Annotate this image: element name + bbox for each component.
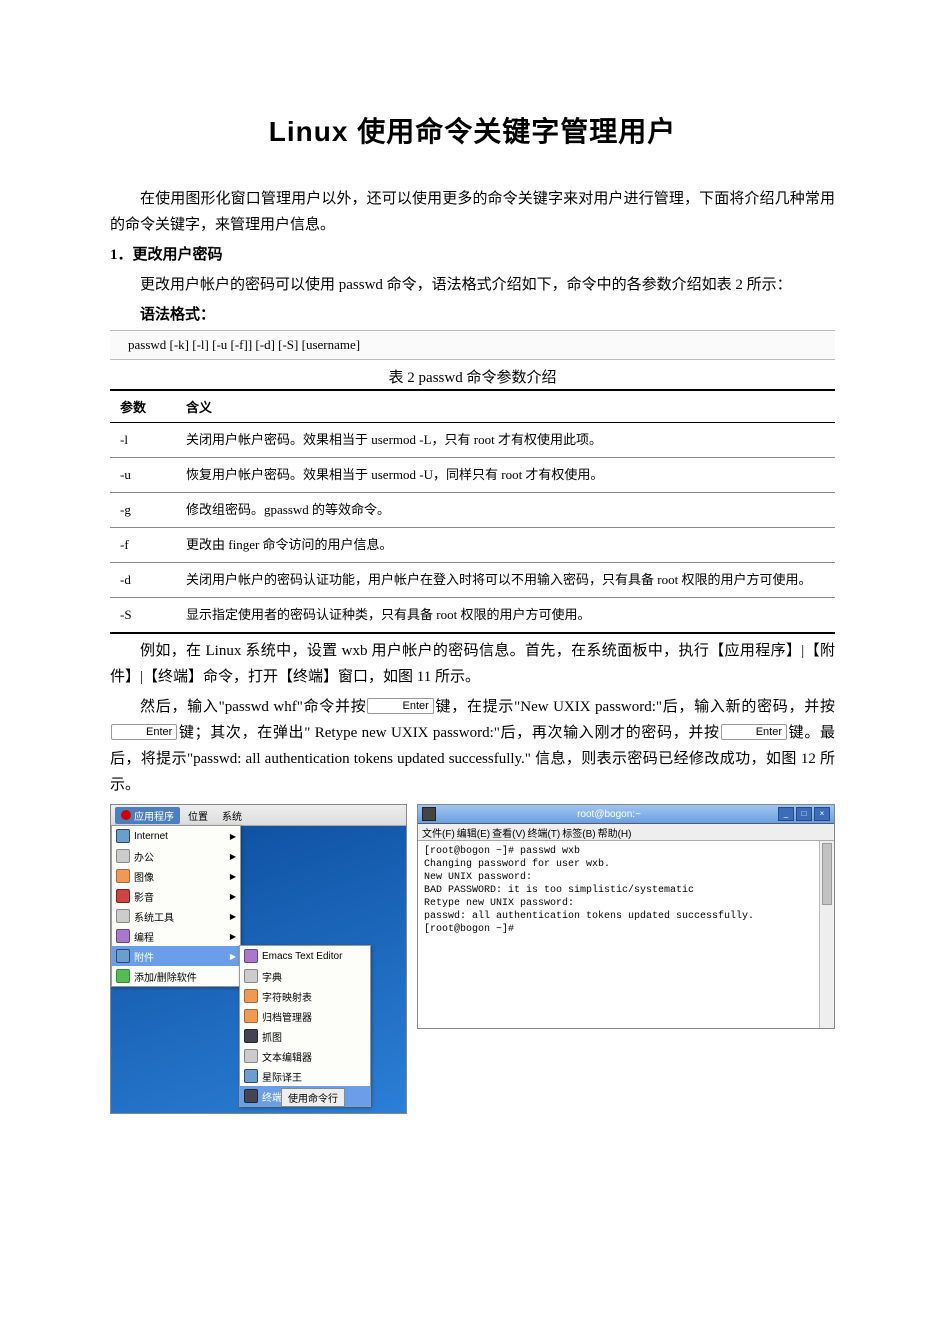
menu-applications[interactable]: 应用程序 (115, 807, 180, 824)
accessories-icon (116, 949, 130, 963)
globe-icon (116, 829, 130, 843)
paragraph-2: 例如，在 Linux 系统中，设置 wxb 用户帐户的密码信息。首先，在系统面板… (110, 638, 835, 690)
section-1-p1: 更改用户帐户的密码可以使用 passwd 命令，语法格式介绍如下，命令中的各参数… (110, 272, 835, 298)
terminal-titlebar: root@bogon:~ _ □ × (418, 805, 834, 824)
section-1-heading: 1．更改用户密码 (110, 242, 835, 268)
submenu-charmap[interactable]: 字符映射表 (240, 986, 370, 1006)
text-editor-icon (244, 1049, 258, 1063)
figure-12-terminal: root@bogon:~ _ □ × 文件(F) 编辑(E) 查看(V) 终端(… (417, 804, 835, 1029)
term-menu-tabs[interactable]: 标签(B) (562, 825, 595, 840)
menu-places[interactable]: 位置 (182, 807, 214, 824)
term-menu-view[interactable]: 查看(V) (492, 825, 525, 840)
terminal-scrollbar[interactable] (819, 841, 834, 1028)
paragraph-3: 然后，输入"passwd whf"命令并按Enter键，在提示"New UXIX… (110, 694, 835, 798)
enter-key-1: Enter (367, 698, 433, 714)
syntax-code: passwd [-k] [-l] [-u [-f]] [-d] [-S] [us… (110, 330, 835, 360)
table-caption: 表 2 passwd 命令参数介绍 (110, 366, 835, 387)
th-meaning: 含义 (176, 390, 835, 423)
menu-item-internet[interactable]: Internet▶ (112, 826, 240, 846)
menu-item-office[interactable]: 办公▶ (112, 846, 240, 866)
figure-11-desktop: 应用程序 位置 系统 Internet▶ 办公▶ 图像▶ 影音▶ 系统工具▶ 编… (110, 804, 407, 1114)
terminal-window-icon (422, 807, 436, 821)
graphics-icon (116, 869, 130, 883)
p3-mid2: 键；其次，在弹出" Retype new UXIX password:"后，再次… (178, 725, 719, 741)
accessories-submenu: Emacs Text Editor 字典 字符映射表 归档管理器 抓图 文本编辑… (239, 945, 371, 1107)
office-icon (116, 849, 130, 863)
apps-menu-column: Internet▶ 办公▶ 图像▶ 影音▶ 系统工具▶ 编程▶ 附件▶ 添加/删… (111, 825, 241, 987)
terminal-output[interactable]: [root@bogon ~]# passwd wxb Changing pass… (418, 841, 819, 1028)
th-param: 参数 (110, 390, 176, 423)
submenu-stardict[interactable]: 星际译王 (240, 1066, 370, 1086)
syntax-label: 语法格式： (110, 302, 835, 328)
submenu-dictionary[interactable]: 字典 (240, 966, 370, 986)
table-row: -l关闭用户帐户密码。效果相当于 usermod -L，只有 root 才有权使… (110, 423, 835, 458)
term-menu-edit[interactable]: 编辑(E) (457, 825, 490, 840)
menu-item-graphics[interactable]: 图像▶ (112, 866, 240, 886)
redhat-icon (121, 810, 131, 820)
table-row: -f更改由 finger 命令访问的用户信息。 (110, 528, 835, 563)
system-tools-icon (116, 909, 130, 923)
submenu-text-editor[interactable]: 文本编辑器 (240, 1046, 370, 1066)
terminal-title-text: root@bogon:~ (442, 809, 776, 820)
document-page: Linux 使用命令关键字管理用户 在使用图形化窗口管理用户以外，还可以使用更多… (0, 0, 945, 1336)
multimedia-icon (116, 889, 130, 903)
window-maximize-button[interactable]: □ (796, 807, 812, 821)
intro-paragraph: 在使用图形化窗口管理用户以外，还可以使用更多的命令关键字来对用户进行管理，下面将… (110, 186, 835, 238)
enter-key-3: Enter (721, 724, 787, 740)
menu-item-programming[interactable]: 编程▶ (112, 926, 240, 946)
terminal-icon (244, 1089, 258, 1103)
enter-key-2: Enter (111, 724, 177, 740)
archive-icon (244, 1009, 258, 1023)
menu-item-add-remove[interactable]: 添加/删除软件 (112, 966, 240, 986)
params-table: 参数 含义 -l关闭用户帐户密码。效果相当于 usermod -L，只有 roo… (110, 389, 835, 634)
submenu-archive[interactable]: 归档管理器 (240, 1006, 370, 1026)
menu-item-accessories[interactable]: 附件▶ (112, 946, 240, 966)
terminal-menubar: 文件(F) 编辑(E) 查看(V) 终端(T) 标签(B) 帮助(H) (418, 824, 834, 841)
window-minimize-button[interactable]: _ (778, 807, 794, 821)
menu-item-system-tools[interactable]: 系统工具▶ (112, 906, 240, 926)
add-remove-icon (116, 969, 130, 983)
figures-row: 应用程序 位置 系统 Internet▶ 办公▶ 图像▶ 影音▶ 系统工具▶ 编… (110, 804, 835, 1114)
menu-system[interactable]: 系统 (216, 807, 248, 824)
p3-mid1: 键，在提示"New UXIX password:"后，输入新的密码，并按 (435, 699, 835, 715)
term-menu-file[interactable]: 文件(F) (422, 825, 455, 840)
table-row: -d关闭用户帐户的密码认证功能，用户帐户在登入时将可以不用输入密码，只有具备 r… (110, 563, 835, 598)
term-menu-terminal[interactable]: 终端(T) (527, 825, 560, 840)
terminal-body-wrap: [root@bogon ~]# passwd wxb Changing pass… (418, 841, 834, 1028)
menu-item-av[interactable]: 影音▶ (112, 886, 240, 906)
table-row: -u恢复用户帐户密码。效果相当于 usermod -U，同样只有 root 才有… (110, 458, 835, 493)
gnome-menubar: 应用程序 位置 系统 (111, 805, 406, 826)
window-close-button[interactable]: × (814, 807, 830, 821)
page-title: Linux 使用命令关键字管理用户 (110, 110, 835, 150)
stardict-icon (244, 1069, 258, 1083)
submenu-screenshot[interactable]: 抓图 (240, 1026, 370, 1046)
run-command-button[interactable]: 使用命令行 (281, 1088, 345, 1107)
charmap-icon (244, 989, 258, 1003)
table-row: -g修改组密码。gpasswd 的等效命令。 (110, 493, 835, 528)
term-menu-help[interactable]: 帮助(H) (598, 825, 632, 840)
dictionary-icon (244, 969, 258, 983)
emacs-icon (244, 949, 258, 963)
programming-icon (116, 929, 130, 943)
submenu-emacs[interactable]: Emacs Text Editor (240, 946, 370, 966)
table-row: -S显示指定使用者的密码认证种类，只有具备 root 权限的用户方可使用。 (110, 598, 835, 634)
screenshot-icon (244, 1029, 258, 1043)
p3-pre: 然后，输入"passwd whf"命令并按 (140, 699, 366, 715)
